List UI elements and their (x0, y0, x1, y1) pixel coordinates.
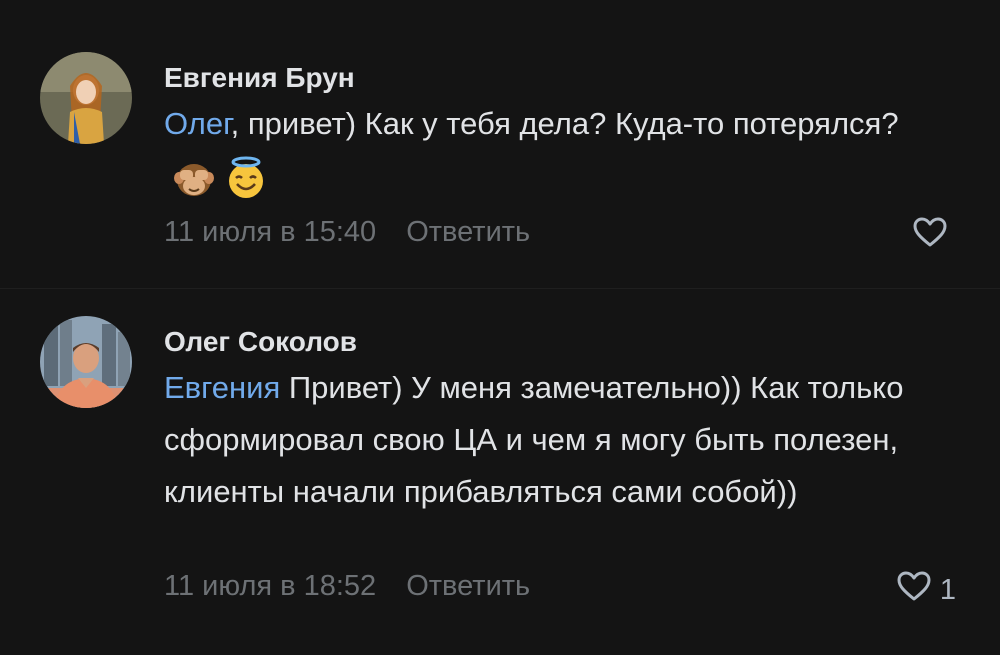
comment-date: 11 июля в 15:40 (164, 216, 377, 248)
comment-text: Евгения Привет) У меня замечательно)) Ка… (164, 362, 944, 518)
like-button[interactable] (912, 216, 956, 256)
comment-meta: 11 июля в 18:52 Ответить (164, 570, 530, 603)
author-name[interactable]: Олег Соколов (164, 326, 357, 358)
like-count: 1 (939, 573, 956, 606)
comment-evgenia: Евгения Брун Олег, привет) Как у тебя де… (0, 0, 1000, 290)
comment-date: 11 июля в 18:52 (164, 570, 377, 602)
avatar[interactable] (40, 52, 132, 144)
reply-button[interactable]: Ответить (406, 216, 530, 248)
comment-body: , привет) Как у тебя дела? Куда-то потер… (230, 106, 899, 141)
comment-meta: 11 июля в 15:40 Ответить (164, 216, 530, 249)
see-no-evil-monkey-icon (172, 156, 216, 200)
smiling-face-with-halo-icon (224, 156, 268, 200)
like-button[interactable]: 1 (896, 570, 956, 610)
mention-link[interactable]: Олег (164, 106, 231, 141)
reply-button[interactable]: Ответить (406, 570, 530, 602)
mention-link[interactable]: Евгения (164, 370, 280, 405)
avatar[interactable] (40, 316, 132, 408)
divider (0, 288, 1000, 289)
comment-oleg: Олег Соколов Евгения Привет) У меня заме… (0, 290, 1000, 655)
comment-text: Олег, привет) Как у тебя дела? Куда-то п… (164, 98, 944, 202)
heart-icon (912, 216, 948, 256)
author-name[interactable]: Евгения Брун (164, 62, 355, 94)
heart-icon (896, 570, 932, 610)
